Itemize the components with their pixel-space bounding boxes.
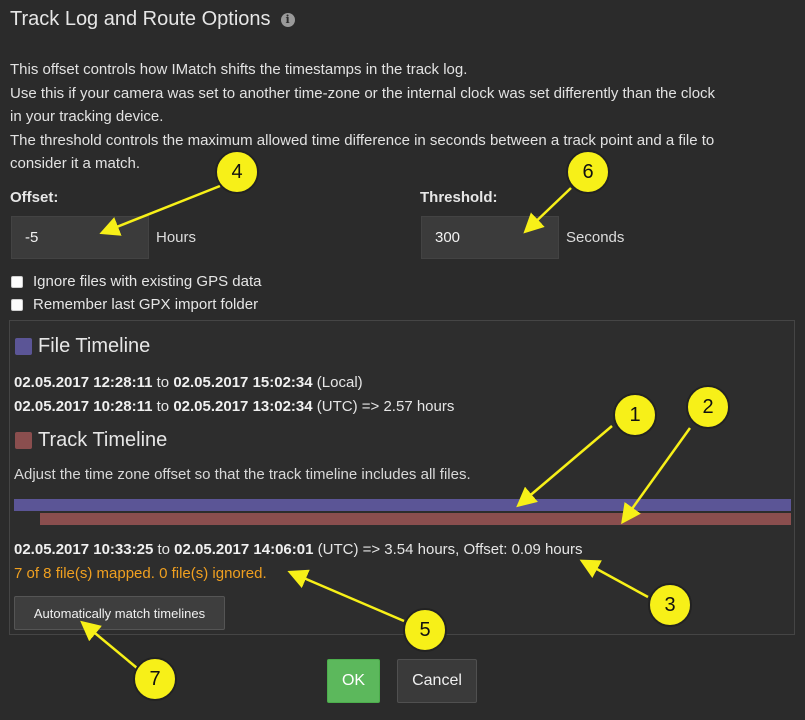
callout-2: 2 xyxy=(686,385,730,429)
arrow-7 xyxy=(80,620,138,669)
callout-1: 1 xyxy=(613,393,657,437)
arrow-2 xyxy=(621,427,692,525)
arrow-6 xyxy=(523,187,572,234)
callout-5: 5 xyxy=(403,608,447,652)
arrow-3 xyxy=(579,559,649,599)
arrow-5 xyxy=(287,569,405,623)
callout-7: 7 xyxy=(133,657,177,701)
callout-4: 4 xyxy=(215,150,259,194)
callout-3: 3 xyxy=(648,583,692,627)
arrow-1 xyxy=(516,425,613,508)
arrow-4 xyxy=(99,184,221,236)
callout-6: 6 xyxy=(566,150,610,194)
